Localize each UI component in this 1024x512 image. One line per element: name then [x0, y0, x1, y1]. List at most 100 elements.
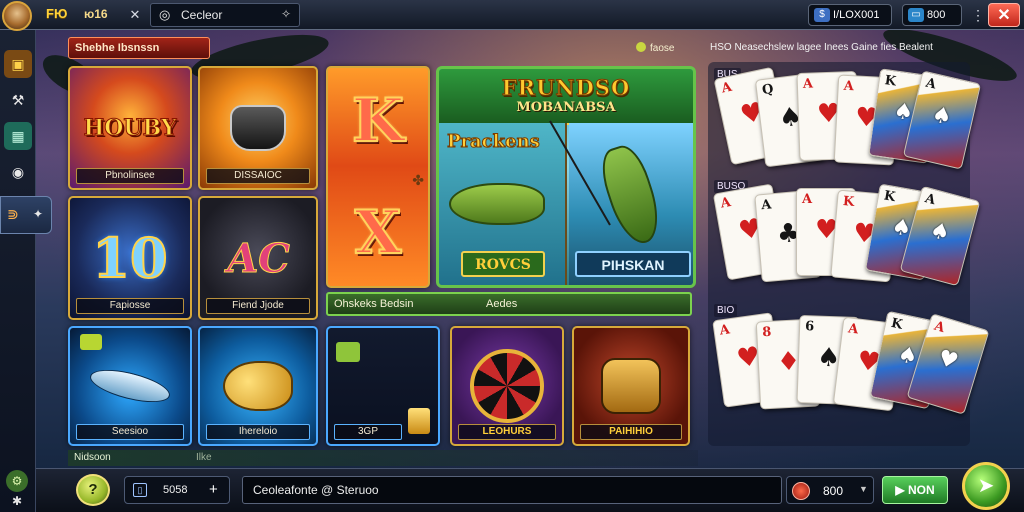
app-logo: FЮ	[46, 6, 68, 21]
game-tile-hobby[interactable]: HOUBY Pbnolinsee	[68, 66, 192, 190]
game-art-text: HOUBY	[83, 115, 177, 142]
info-icon	[636, 42, 646, 52]
game-tile-label: Ihereloio	[206, 424, 310, 440]
spin-icon: ➤	[977, 475, 995, 497]
section-footer-sub: Ilke	[196, 452, 212, 463]
game-tile-label: PAIHIHIO	[580, 424, 682, 440]
rail-item-record[interactable]: ◉	[4, 158, 32, 186]
featured-info-bar: Ohskeks Bedsin Aedes	[326, 292, 692, 316]
cards-panel-header: HSO Neasechslew lagee Inees Gaine fies B…	[710, 42, 933, 53]
app-title: ю16	[84, 7, 108, 21]
coin-balance[interactable]: $ I/LOX001	[808, 4, 892, 26]
card-rank: K	[889, 315, 904, 333]
game-tile-fish-gold[interactable]: Ihereloio	[198, 326, 318, 446]
add-funds-icon[interactable]: +	[209, 481, 218, 498]
featured-subtitle: Prackens	[447, 131, 541, 153]
card-rank: A	[760, 197, 772, 214]
featured-bar-left: Ohskeks Bedsin	[334, 298, 414, 310]
card-suit-icon: ♠	[929, 100, 955, 131]
game-tile-roulette[interactable]: LEOHURS	[450, 326, 564, 446]
card-rank: A	[719, 195, 732, 212]
close-button[interactable]: ✕	[988, 3, 1020, 27]
rail-item-slots[interactable]: ▣	[4, 50, 32, 78]
letter-k: K	[328, 68, 428, 174]
card-rank: A	[802, 76, 814, 92]
featured-title: FRUNDSO MOBANABSA	[439, 69, 693, 125]
game-tile-pot[interactable]: DISSAIOC	[198, 66, 318, 190]
play-icon: ▶	[895, 483, 908, 497]
wallet-icon: ▯	[133, 483, 147, 497]
chat-input[interactable]: Ceoleafonte @ Steruoo	[242, 476, 782, 504]
card-rank: A	[923, 191, 937, 209]
spin-button[interactable]: ➤	[962, 462, 1010, 510]
wallet-widget[interactable]: ▯ 5058 +	[124, 476, 230, 504]
category-tab[interactable]: Shebhe Ibsnssn	[68, 37, 210, 59]
section-footer: Nidsoon Ilke	[68, 450, 698, 466]
wand-icon[interactable]: ✧	[281, 7, 291, 21]
game-tile-label: Fapiosse	[76, 298, 184, 314]
gear-icon[interactable]: ✱	[6, 490, 28, 512]
fish-hook-icon: ⋑	[7, 206, 19, 222]
number-10-text: 10	[91, 225, 168, 291]
avatar[interactable]	[2, 1, 32, 31]
card-suit-icon: ♥	[934, 344, 962, 376]
game-tile-ac[interactable]: AC Fiend Jjode	[198, 196, 318, 320]
bass-fish-art	[449, 183, 545, 225]
card-rank: K	[883, 73, 898, 90]
jumping-fish-art	[594, 140, 668, 250]
game-tile-label: Fiend Jjode	[206, 298, 310, 314]
card-rank: A	[847, 321, 860, 338]
game-tile-label: LEOHURS	[458, 424, 556, 440]
card-rank: K	[842, 194, 855, 210]
settings-icon[interactable]: ⚙	[6, 470, 28, 492]
game-tile-label: DISSAIOC	[206, 168, 310, 184]
game-tile-fish-blue[interactable]: Seesioo	[68, 326, 192, 446]
featured-label-right: PIHSKAN	[575, 251, 691, 277]
game-tile-label: Seesioo	[76, 424, 184, 440]
letter-x: X	[328, 180, 428, 286]
card-rank: A	[718, 322, 731, 339]
card-rank: 8	[761, 324, 772, 341]
card-rank: A	[924, 75, 938, 93]
rail-flyout-fishing[interactable]: ⋑ ✦	[0, 196, 52, 234]
rail-item-table[interactable]: ▦	[4, 122, 32, 150]
chip-icon	[792, 482, 810, 500]
wallet-amount: 5058	[163, 484, 188, 496]
search-text: Cecleor	[181, 8, 223, 22]
featured-title-line1: FRUNDSO	[501, 75, 631, 101]
card-rank: A	[932, 318, 947, 337]
gem-balance[interactable]: ▭ 800	[902, 4, 962, 26]
card-rank: 6	[804, 319, 815, 335]
coin-balance-value: I/LOX001	[833, 9, 880, 21]
letter-k-text: K	[351, 86, 405, 156]
rail-item-tools[interactable]: ⚒	[4, 86, 32, 114]
bet-selector[interactable]: 800 ▼	[786, 476, 874, 504]
search-field[interactable]: ◎ Cecleor ✧	[150, 3, 300, 27]
win-label: NON	[907, 483, 935, 497]
featured-label-left: ROVCS	[461, 251, 545, 277]
menu-icon[interactable]: ⋮	[968, 4, 988, 26]
bet-amount: 800	[823, 484, 844, 498]
coin-stack-icon	[408, 408, 430, 434]
card-rank: A	[802, 192, 813, 207]
game-tile-robot[interactable]: PAIHIHIO	[572, 326, 690, 446]
help-button[interactable]: ?	[76, 474, 110, 506]
card-rank: A	[843, 78, 855, 95]
game-tile-10[interactable]: 10 Fapiosse	[68, 196, 192, 320]
clover-icon: ✤	[412, 172, 424, 188]
win-button[interactable]: ▶ NON	[882, 476, 948, 504]
fish-shape	[223, 361, 293, 411]
featured-game-banner[interactable]: FRUNDSO MOBANABSA Prackens ROVCS PIHSKAN	[436, 66, 696, 288]
fish-shape	[87, 363, 173, 409]
card-rank: A	[720, 79, 734, 97]
ac-letters-text: AC	[222, 234, 294, 282]
section-hint: faose	[636, 42, 674, 54]
tools-icon[interactable]: ✕	[126, 6, 144, 24]
game-tile-kx[interactable]: K X ✤	[326, 66, 430, 288]
section-footer-label: Nidsoon	[74, 452, 111, 463]
featured-title-line2: MOBANABSA	[516, 100, 616, 115]
card-row-label-3: BIO	[714, 304, 738, 317]
pot-shape	[230, 105, 286, 151]
game-tile-3gp[interactable]: 3GP	[326, 326, 440, 446]
card-suit-icon: ♠	[927, 216, 953, 247]
